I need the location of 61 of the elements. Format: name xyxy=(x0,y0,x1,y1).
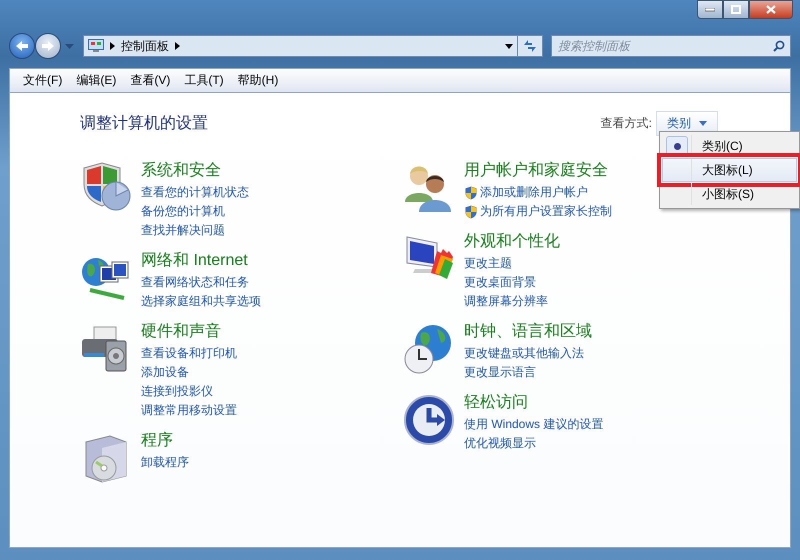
task-link[interactable]: 更改主题 xyxy=(464,254,560,273)
menu-item[interactable]: 查看(V) xyxy=(125,70,176,91)
task-link[interactable]: 查看您的计算机状态 xyxy=(141,183,249,202)
menu-item[interactable]: 帮助(H) xyxy=(232,70,284,91)
task-link[interactable]: 更改键盘或其他输入法 xyxy=(464,344,592,363)
view-by-label: 查看方式: xyxy=(600,115,652,132)
task-link[interactable]: 使用 Windows 建议的设置 xyxy=(464,415,604,434)
accessibility-icon xyxy=(403,394,455,446)
task-link[interactable]: 调整屏幕分辨率 xyxy=(464,292,560,311)
chevron-icon xyxy=(175,42,180,50)
maximize-icon xyxy=(731,5,741,14)
search-field[interactable]: 搜索控制面板 xyxy=(551,35,791,57)
address-bar[interactable]: 控制面板 xyxy=(83,35,518,57)
category-title-link[interactable]: 硬件和声音 xyxy=(141,321,237,342)
caret-icon xyxy=(65,44,74,48)
shield-icon xyxy=(464,204,478,218)
menu-option[interactable]: 小图标(S) xyxy=(662,182,797,206)
task-link[interactable]: 备份您的计算机 xyxy=(141,202,249,221)
menu-item[interactable]: 编辑(E) xyxy=(71,70,122,91)
task-link[interactable]: 优化视频显示 xyxy=(464,434,604,453)
close-button[interactable] xyxy=(749,0,793,19)
task-link[interactable]: 查找并解决问题 xyxy=(141,221,249,240)
task-link[interactable]: 添加设备 xyxy=(141,363,237,382)
left-arrow-icon xyxy=(15,40,29,52)
task-link[interactable]: 更改桌面背景 xyxy=(464,273,560,292)
task-link[interactable]: 更改显示语言 xyxy=(464,363,592,382)
task-link[interactable]: 连接到投影仪 xyxy=(141,382,237,401)
back-button[interactable] xyxy=(9,33,35,59)
page-heading: 调整计算机的设置 xyxy=(80,114,208,134)
task-link[interactable]: 选择家庭组和共享选项 xyxy=(141,292,261,311)
task-link[interactable]: 为所有用户设置家长控制 xyxy=(480,202,612,221)
chevron-icon xyxy=(110,42,115,50)
address-dropdown-button[interactable] xyxy=(505,44,513,48)
caret-icon xyxy=(699,121,707,126)
refresh-icon xyxy=(522,39,538,53)
task-link[interactable]: 调整常用移动设置 xyxy=(141,401,237,420)
task-link[interactable]: 添加或删除用户帐户 xyxy=(480,183,588,202)
category-title-link[interactable]: 时钟、语言和区域 xyxy=(464,321,592,342)
shield-icon xyxy=(464,186,478,200)
control-panel-icon xyxy=(88,39,104,53)
category-title-link[interactable]: 程序 xyxy=(141,430,189,451)
task-link[interactable]: 查看网络状态和任务 xyxy=(141,273,261,292)
search-icon xyxy=(773,40,785,52)
close-icon xyxy=(766,5,776,14)
category-title-link[interactable]: 网络和 Internet xyxy=(141,250,261,271)
breadcrumb[interactable]: 控制面板 xyxy=(121,38,169,54)
category-title-link[interactable]: 轻松访问 xyxy=(464,392,604,413)
maximize-button[interactable] xyxy=(723,0,749,19)
minimize-icon xyxy=(705,8,715,12)
minimize-button[interactable] xyxy=(697,0,723,19)
task-link[interactable]: 查看设备和打印机 xyxy=(141,344,237,363)
category-title-link[interactable]: 外观和个性化 xyxy=(464,231,560,252)
category-title-link[interactable]: 用户帐户和家庭安全 xyxy=(464,160,612,181)
task-link[interactable]: 卸载程序 xyxy=(141,453,189,472)
menu-item[interactable]: 工具(T) xyxy=(179,70,229,91)
menu-item[interactable]: 文件(F) xyxy=(18,70,68,91)
category-title-link[interactable]: 系统和安全 xyxy=(141,160,249,181)
forward-button[interactable] xyxy=(35,33,61,59)
caret-icon xyxy=(505,44,513,48)
right-arrow-icon xyxy=(41,40,55,52)
refresh-button[interactable] xyxy=(517,35,543,57)
